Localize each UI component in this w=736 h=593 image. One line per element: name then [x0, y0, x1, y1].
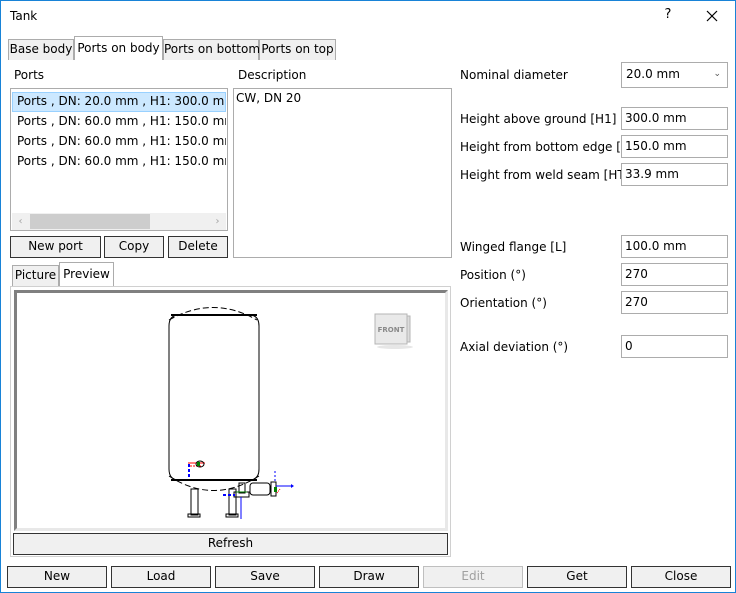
description-label: Description	[238, 68, 307, 82]
tab-ports-on-bottom[interactable]: Ports on bottom	[163, 39, 260, 60]
tab-ports-on-body[interactable]: Ports on body	[74, 36, 163, 60]
nominal-diameter-label: Nominal diameter	[460, 68, 568, 82]
height-from-weld-seam-label: Height from weld seam [HT]	[460, 168, 630, 182]
nominal-diameter-value: 20.0 mm	[626, 67, 680, 81]
get-button[interactable]: Get	[527, 566, 627, 588]
save-button[interactable]: Save	[215, 566, 315, 588]
winged-flange-label: Winged flange [L]	[460, 240, 567, 254]
close-dialog-button[interactable]: Close	[631, 566, 731, 588]
refresh-button[interactable]: Refresh	[13, 533, 448, 555]
tank-dialog: Tank ? Base body Ports on body Ports on …	[0, 0, 736, 593]
ports-listbox[interactable]: Ports , DN: 20.0 mm , H1: 300.0 mm , A: …	[10, 88, 228, 231]
winged-flange-input[interactable]: 100.0 mm	[621, 235, 728, 258]
height-above-ground-label: Height above ground [H1]	[460, 112, 617, 126]
axial-deviation-label: Axial deviation (°)	[460, 340, 569, 354]
delete-button[interactable]: Delete	[168, 236, 228, 258]
scroll-right-icon[interactable]: ›	[209, 213, 226, 230]
height-from-bottom-edge-input[interactable]: 150.0 mm	[621, 135, 728, 158]
description-textarea[interactable]: CW, DN 20	[233, 88, 452, 258]
copy-button[interactable]: Copy	[104, 236, 164, 258]
view-cube-label: FRONT	[378, 326, 405, 334]
new-button[interactable]: New	[7, 566, 107, 588]
3d-viewport[interactable]: FRONT	[14, 290, 448, 531]
new-port-button[interactable]: New port	[10, 236, 101, 258]
position-label: Position (°)	[460, 268, 526, 282]
close-icon	[706, 10, 718, 22]
list-item[interactable]: Ports , DN: 20.0 mm , H1: 300.0 mm , A:	[12, 92, 226, 112]
tab-base-body[interactable]: Base body	[8, 39, 74, 60]
edit-button[interactable]: Edit	[423, 566, 523, 588]
list-item[interactable]: Ports , DN: 60.0 mm , H1: 150.0 mm , A:	[12, 112, 226, 132]
height-from-bottom-edge-label: Height from bottom edge [H	[460, 140, 630, 154]
draw-button[interactable]: Draw	[319, 566, 419, 588]
help-button[interactable]: ?	[661, 7, 675, 25]
orientation-label: Orientation (°)	[460, 296, 547, 310]
chevron-down-icon: ⌄	[713, 69, 721, 79]
load-button[interactable]: Load	[111, 566, 211, 588]
view-cube-icon: FRONT	[374, 313, 413, 349]
tab-ports-on-top[interactable]: Ports on top	[259, 39, 336, 60]
list-item[interactable]: Ports , DN: 60.0 mm , H1: 150.0 mm , A:	[12, 132, 226, 152]
axial-deviation-input[interactable]: 0	[621, 335, 728, 358]
height-above-ground-input[interactable]: 300.0 mm	[621, 107, 728, 130]
horizontal-scrollbar[interactable]: ‹ ›	[12, 213, 226, 230]
nominal-diameter-select[interactable]: 20.0 mm ⌄	[621, 62, 728, 88]
height-from-weld-seam-input[interactable]: 33.9 mm	[621, 163, 728, 186]
window-title: Tank	[10, 9, 38, 23]
tab-preview[interactable]: Preview	[59, 262, 114, 286]
preview-panel: FRONT Refresh	[10, 286, 451, 557]
scrollbar-thumb[interactable]	[30, 214, 150, 229]
orientation-input[interactable]: 270	[621, 291, 728, 314]
ports-label: Ports	[14, 68, 45, 82]
tab-picture[interactable]: Picture	[12, 265, 59, 286]
list-item[interactable]: Ports , DN: 60.0 mm , H1: 150.0 mm , A:	[12, 152, 226, 172]
view-cube[interactable]: FRONT	[373, 311, 417, 354]
position-input[interactable]: 270	[621, 263, 728, 286]
scroll-left-icon[interactable]: ‹	[12, 213, 29, 230]
close-button[interactable]	[701, 5, 723, 27]
title-bar: Tank ?	[1, 1, 735, 33]
